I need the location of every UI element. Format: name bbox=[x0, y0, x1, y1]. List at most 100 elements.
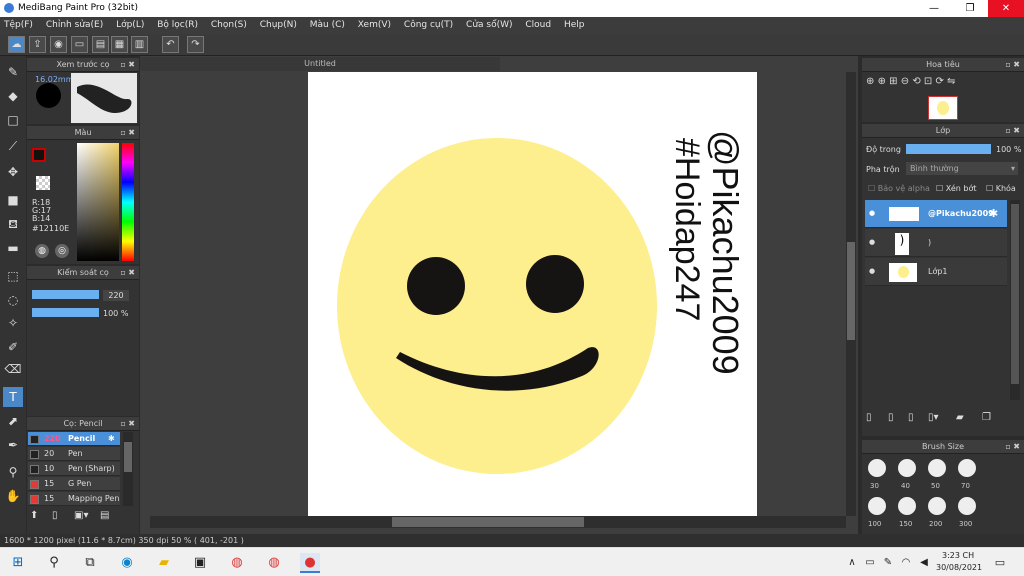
new-layer-icon[interactable]: ▯ bbox=[866, 412, 872, 423]
brush-item-g-pen[interactable]: 15 G Pen bbox=[28, 477, 120, 491]
menu-filter[interactable]: Bộ lọc(R) bbox=[153, 17, 202, 30]
brush-menu-icon[interactable]: ▣▾ bbox=[74, 510, 88, 521]
windows-start-icon[interactable]: ⊞ bbox=[8, 553, 28, 573]
menu-snap[interactable]: Chụp(N) bbox=[256, 17, 301, 30]
text-line-username[interactable]: @Pikachu2009 bbox=[704, 130, 746, 375]
magic-wand-icon[interactable]: ✧ bbox=[3, 313, 23, 333]
zoom-out-icon[interactable]: ⊕ bbox=[878, 76, 886, 87]
add-layer-menu-icon[interactable]: ▯▾ bbox=[928, 412, 939, 423]
menu-select[interactable]: Chọn(S) bbox=[207, 17, 251, 30]
document-tab[interactable]: Untitled bbox=[140, 57, 500, 71]
zoom-minus-icon[interactable]: ⊖ bbox=[901, 76, 909, 87]
panel-close-icon[interactable]: ▫ ✖ bbox=[120, 266, 135, 280]
fill-rect-tool-icon[interactable]: ■ bbox=[3, 190, 23, 210]
minimize-button[interactable]: — bbox=[916, 0, 952, 17]
drawing-canvas[interactable]: @Pikachu2009 #Hoidap247 bbox=[308, 72, 757, 516]
store-icon[interactable]: ▣ bbox=[190, 553, 210, 573]
menu-layer[interactable]: Lớp(L) bbox=[112, 17, 148, 30]
clipping-checkbox[interactable]: ☐ Xén bớt bbox=[936, 184, 976, 193]
brush-item-mapping-pen[interactable]: 15 Mapping Pen bbox=[28, 492, 120, 506]
brush-size-slider[interactable] bbox=[32, 290, 99, 299]
canvas-hscrollbar[interactable] bbox=[150, 516, 846, 528]
panel-close-icon[interactable]: ▫ ✖ bbox=[120, 417, 135, 431]
menu-view[interactable]: Xem(V) bbox=[354, 17, 395, 30]
brush-size-value[interactable]: 220 bbox=[103, 290, 129, 301]
menu-window[interactable]: Cửa sổ(W) bbox=[462, 17, 516, 30]
zoom-in-icon[interactable]: ⊕ bbox=[866, 76, 874, 87]
select-rect-icon[interactable]: ⬚ bbox=[3, 266, 23, 286]
background-color-swatch[interactable] bbox=[36, 176, 50, 190]
volume-icon[interactable]: ◀ bbox=[914, 553, 934, 573]
panel-close-icon[interactable]: ▫ ✖ bbox=[1005, 124, 1020, 138]
eye-icon[interactable]: ● bbox=[869, 267, 875, 275]
notification-icon[interactable]: ▭ bbox=[990, 553, 1010, 573]
share-icon[interactable]: ⇪ bbox=[29, 36, 46, 53]
brush-delete-icon[interactable]: ▤ bbox=[100, 510, 109, 521]
palette-icon[interactable]: ◍ bbox=[35, 244, 49, 258]
panel-close-icon[interactable]: ▫ ✖ bbox=[120, 58, 135, 72]
duplicate-layer-icon[interactable]: ❐ bbox=[982, 412, 991, 423]
eyedropper-icon[interactable]: ⚲ bbox=[3, 462, 23, 482]
layer-scrollbar[interactable] bbox=[1010, 200, 1020, 400]
brush-add-icon[interactable]: ⬆ bbox=[30, 510, 38, 521]
menu-tools[interactable]: Công cụ(T) bbox=[400, 17, 457, 30]
clock-time[interactable]: 3:23 CH bbox=[942, 551, 974, 560]
battery-icon[interactable]: ▭ bbox=[860, 553, 880, 573]
select-pen-icon[interactable]: ✐ bbox=[3, 337, 23, 357]
task-view-icon[interactable]: ⧉ bbox=[80, 553, 100, 573]
rotate-right-icon[interactable]: ⟳ bbox=[935, 76, 943, 87]
brush-item-pen-sharp[interactable]: 10 Pen (Sharp) bbox=[28, 462, 120, 476]
layer-row-text[interactable]: ● @Pikachu2009 ✱ bbox=[865, 200, 1007, 228]
reset-icon[interactable]: ⊡ bbox=[924, 76, 932, 87]
gear-icon[interactable]: ✱ bbox=[989, 207, 998, 220]
navigator-thumbnail[interactable] bbox=[928, 96, 958, 120]
layer-opacity-slider[interactable] bbox=[906, 144, 991, 154]
text-line-hashtag[interactable]: #Hoidap247 bbox=[667, 138, 706, 321]
chrome-icon[interactable]: ◍ bbox=[227, 553, 247, 573]
gear-icon[interactable]: ✱ bbox=[108, 432, 115, 446]
grid-icon[interactable]: ▦ bbox=[111, 36, 128, 53]
palette-add-icon[interactable]: ◎ bbox=[55, 244, 69, 258]
undo-icon[interactable]: ↶ bbox=[162, 36, 179, 53]
menu-cloud[interactable]: Cloud bbox=[521, 17, 555, 30]
lasso-tool-icon[interactable]: ◌ bbox=[3, 290, 23, 310]
saturation-value-picker[interactable] bbox=[77, 143, 119, 261]
rectangle-tool-icon[interactable]: □ bbox=[3, 110, 23, 130]
brush-new-icon[interactable]: ▯ bbox=[52, 510, 58, 521]
hue-slider[interactable] bbox=[122, 143, 134, 261]
menu-color[interactable]: Màu (C) bbox=[306, 17, 349, 30]
file-explorer-icon[interactable]: ▰ bbox=[154, 553, 174, 573]
layer-row-base[interactable]: ● Lớp1 bbox=[865, 258, 1007, 286]
blend-mode-select[interactable]: Bình thường ▾ bbox=[906, 162, 1018, 175]
message-icon[interactable]: ▭ bbox=[71, 36, 88, 53]
edge-browser-icon[interactable]: ◉ bbox=[117, 553, 137, 573]
lock-checkbox[interactable]: ☐ Khóa bbox=[986, 184, 1016, 193]
chrome-profile-icon[interactable]: ◍ bbox=[264, 553, 284, 573]
operation-tool-icon[interactable]: ⬈ bbox=[3, 411, 23, 431]
menu-help[interactable]: Help bbox=[560, 17, 589, 30]
brush-item-pen[interactable]: 20 Pen bbox=[28, 447, 120, 461]
layer-row-paren[interactable]: ● ) ) bbox=[865, 229, 1007, 257]
panel-close-icon[interactable]: ▫ ✖ bbox=[120, 126, 135, 140]
eye-icon[interactable]: ● bbox=[869, 238, 875, 246]
menu-file[interactable]: Tệp(F) bbox=[0, 17, 37, 30]
redo-icon[interactable]: ↷ bbox=[187, 36, 204, 53]
medibang-taskbar-icon[interactable]: ● bbox=[300, 553, 320, 573]
wifi-icon[interactable]: ◠ bbox=[896, 553, 916, 573]
search-icon[interactable]: ⚲ bbox=[44, 553, 64, 573]
brush-item-pencil[interactable]: 220 Pencil ✱ bbox=[28, 432, 120, 446]
gradient-tool-icon[interactable]: ▬ bbox=[3, 238, 23, 258]
brush-opacity-slider[interactable] bbox=[32, 308, 99, 317]
select-eraser-icon[interactable]: ⌫ bbox=[3, 359, 23, 379]
pen-icon[interactable]: ✎ bbox=[878, 553, 898, 573]
panel-close-icon[interactable]: ▫ ✖ bbox=[1005, 440, 1020, 454]
clock-date[interactable]: 30/08/2021 bbox=[936, 563, 982, 572]
document-icon[interactable]: ▤ bbox=[92, 36, 109, 53]
close-button[interactable]: ✕ bbox=[988, 0, 1024, 17]
layout-icon[interactable]: ▥ bbox=[131, 36, 148, 53]
brush-tool-icon[interactable]: ✎ bbox=[3, 62, 23, 82]
text-tool-icon[interactable]: T bbox=[3, 387, 23, 407]
move-tool-icon[interactable]: ✥ bbox=[3, 162, 23, 182]
maximize-button[interactable]: ❐ bbox=[952, 0, 988, 17]
eraser-tool-icon[interactable]: ◆ bbox=[3, 86, 23, 106]
